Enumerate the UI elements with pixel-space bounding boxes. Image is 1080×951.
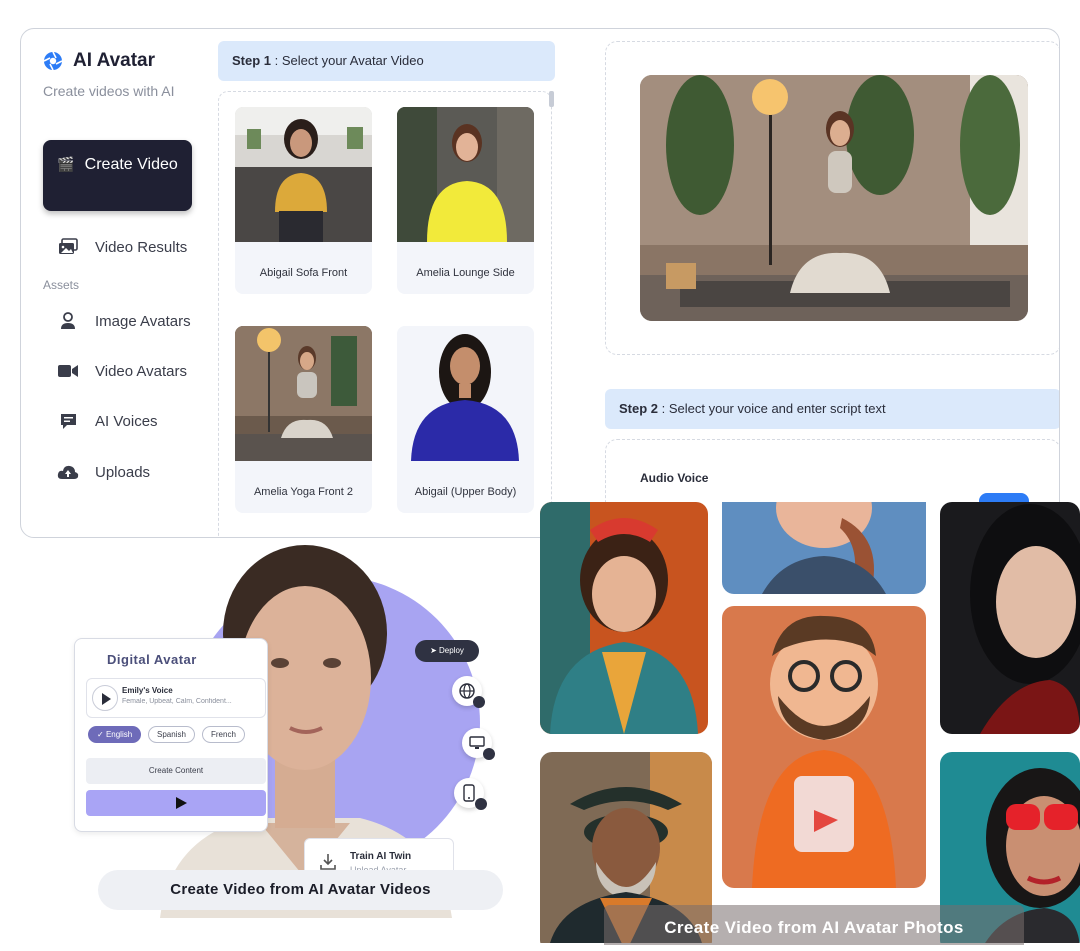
step2-header: Step 2 : Select your voice and enter scr…: [605, 389, 1059, 429]
avatar-photo[interactable]: [722, 502, 926, 594]
avatar-thumbnail: [235, 107, 372, 242]
nav-video-avatars[interactable]: Video Avatars: [57, 356, 187, 386]
video-preview[interactable]: [640, 75, 1028, 321]
avatar-card[interactable]: Abigail Sofa Front: [235, 107, 372, 294]
avatar-card[interactable]: Amelia Yoga Front 2: [235, 326, 372, 513]
chat-bubble-icon: [57, 410, 79, 432]
nav-video-results-label: Video Results: [95, 238, 188, 256]
avatar-name: Amelia Lounge Side: [416, 267, 515, 279]
create-content-button[interactable]: Create Content: [86, 758, 266, 784]
grid-scrollbar[interactable]: [549, 91, 554, 107]
step1-text: : Select your Avatar Video: [271, 53, 424, 68]
avatar-name: Amelia Yoga Front 2: [253, 486, 354, 498]
language-chip-label: English: [105, 730, 133, 739]
digital-avatar-title: Digital Avatar: [107, 652, 197, 667]
user-badge-icon: [57, 310, 79, 332]
avatar-photo[interactable]: [722, 606, 926, 888]
avatar-card[interactable]: Abigail (Upper Body): [397, 326, 534, 513]
avatar-name: Abigail Sofa Front: [259, 267, 348, 279]
audio-voice-label: Audio Voice: [640, 471, 709, 485]
train-ai-twin-title: Train AI Twin: [350, 851, 412, 862]
play-button[interactable]: [86, 790, 266, 816]
deploy-label: Deploy: [439, 646, 464, 655]
cloud-upload-icon: [57, 461, 79, 483]
nav-image-avatars[interactable]: Image Avatars: [57, 306, 191, 336]
app-window: AI Avatar Create videos with AI 🎬 Create …: [20, 28, 1060, 538]
language-chip-french[interactable]: French: [202, 726, 245, 743]
download-icon: [320, 854, 336, 870]
globe-icon[interactable]: [452, 676, 485, 708]
avatar-thumbnail: [397, 326, 534, 461]
brand-title: AI Avatar: [73, 50, 156, 71]
avatar-thumbnail: [235, 326, 372, 461]
voice-play-icon[interactable]: [92, 685, 118, 711]
assets-section-label: Assets: [43, 278, 80, 292]
nav-image-avatars-label: Image Avatars: [95, 312, 191, 330]
step2-prefix: Step 2: [619, 401, 659, 416]
nav-video-avatars-label: Video Avatars: [95, 362, 188, 380]
avatar-thumbnail: [397, 107, 534, 242]
create-video-label: Create Video: [84, 156, 178, 173]
gallery-icon: [57, 236, 79, 258]
language-chip-english[interactable]: ✓ English: [88, 726, 142, 743]
language-chip-label: Spanish: [157, 730, 186, 739]
avatar-photo-collage: [540, 502, 1080, 943]
step1-prefix: Step 1: [232, 53, 272, 68]
clapperboard-icon: 🎬: [57, 156, 75, 172]
nav-video-results[interactable]: Video Results: [57, 232, 187, 262]
aperture-icon: [43, 51, 63, 71]
send-badge-icon: [473, 696, 485, 708]
create-video-button[interactable]: 🎬 Create Video: [43, 140, 192, 211]
desktop-icon[interactable]: [462, 728, 495, 760]
nav-ai-voices-label: AI Voices: [95, 412, 158, 430]
avatar-photo[interactable]: [540, 502, 708, 734]
nav-ai-voices[interactable]: AI Voices: [57, 406, 158, 436]
avatar-photo[interactable]: [940, 502, 1080, 734]
language-chip-label: French: [211, 730, 236, 739]
nav-uploads-label: Uploads: [95, 463, 151, 481]
brand-subtitle: Create videos with AI: [43, 83, 175, 99]
nav-uploads[interactable]: Uploads: [57, 457, 150, 487]
deploy-button[interactable]: ➤ Deploy: [415, 640, 479, 662]
banner-avatar-photos: Create Video from AI Avatar Photos: [604, 905, 1024, 945]
avatar-name: Abigail (Upper Body): [414, 486, 517, 498]
mobile-icon[interactable]: [454, 778, 487, 810]
language-chip-spanish[interactable]: Spanish: [148, 726, 195, 743]
avatar-card[interactable]: Amelia Lounge Side: [397, 107, 534, 294]
voice-name: Emily's Voice: [122, 686, 173, 695]
voice-description: Female, Upbeat, Calm, Confident...: [122, 698, 232, 705]
step2-text: : Select your voice and enter script tex…: [658, 401, 886, 416]
send-badge-icon: [475, 798, 487, 810]
send-badge-icon: [483, 748, 495, 760]
banner-avatar-videos: Create Video from AI Avatar Videos: [98, 870, 503, 910]
step1-header: Step 1 : Select your Avatar Video: [218, 41, 555, 81]
video-camera-icon: [57, 360, 79, 382]
